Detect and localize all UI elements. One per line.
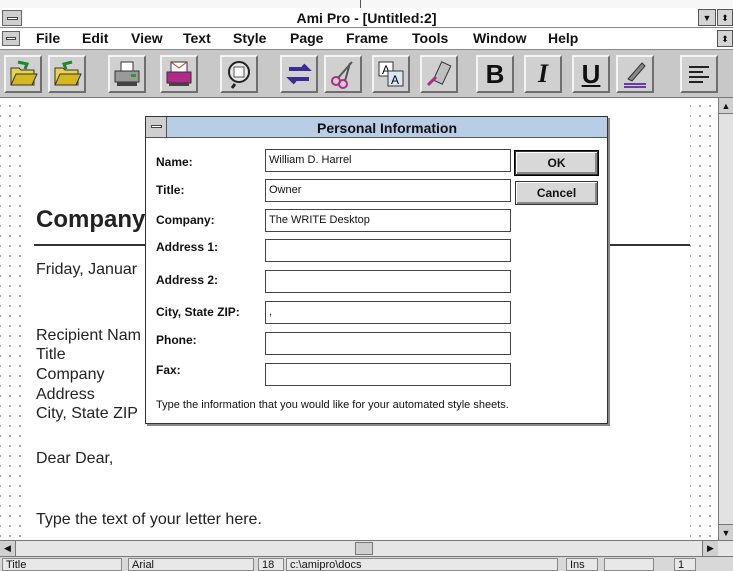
replace-arrows-icon (286, 63, 312, 85)
align-left-button[interactable] (680, 55, 718, 93)
name-label: Name: (156, 155, 193, 169)
menu-frame[interactable]: Frame (346, 30, 388, 46)
name-field[interactable]: William D. Harrel (265, 149, 511, 172)
company-field[interactable]: The WRITE Desktop (265, 209, 511, 232)
recipient-company-line: Company (36, 366, 105, 383)
scissors-icon (331, 61, 353, 89)
address2-label: Address 2: (156, 273, 219, 287)
dialog-titlebar[interactable]: Personal Information (146, 117, 607, 138)
address1-label: Address 1: (156, 240, 219, 254)
italic-icon: I (537, 59, 549, 88)
horizontal-scrollbar[interactable]: ◀ ▶ (0, 540, 733, 556)
status-insert-mode[interactable]: Ins (566, 558, 598, 571)
status-path: c:\amipro\docs (286, 558, 558, 571)
svg-text:A: A (391, 73, 399, 87)
scroll-left-arrow-icon[interactable]: ◀ (0, 541, 16, 556)
top-edge (0, 0, 733, 8)
company-heading: Company (36, 206, 146, 233)
fax-field[interactable] (265, 363, 511, 386)
save-file-button[interactable] (48, 55, 86, 93)
phone-label: Phone: (156, 333, 197, 347)
italic-button[interactable]: I (524, 55, 562, 93)
print-envelope-icon (166, 61, 192, 86)
title-field[interactable]: Owner (265, 179, 511, 202)
status-style[interactable]: Title (2, 558, 122, 571)
fast-format-button[interactable] (616, 55, 654, 93)
menu-view[interactable]: View (131, 30, 163, 46)
fax-label: Fax: (156, 363, 181, 377)
recipient-city-line: City, State ZIP (36, 405, 138, 422)
status-mode-icons[interactable] (604, 558, 654, 571)
city-state-zip-label: City, State ZIP: (156, 305, 240, 319)
save-file-icon (54, 60, 82, 86)
phone-field[interactable] (265, 332, 511, 355)
print-button[interactable] (108, 55, 146, 93)
align-left-icon (689, 66, 709, 83)
menu-text[interactable]: Text (183, 30, 211, 46)
underline-icon: U (581, 58, 601, 89)
salutation-line: Dear Dear, (36, 450, 114, 467)
scroll-right-arrow-icon[interactable]: ▶ (702, 541, 718, 556)
address1-field[interactable] (265, 239, 511, 262)
city-state-zip-field[interactable]: , (265, 301, 511, 324)
app-titlebar: Ami Pro - [Untitled:2] ▼ ⬍ (0, 8, 733, 28)
zoom-icon (228, 61, 250, 89)
paste-glue-icon (426, 61, 452, 87)
underline-button[interactable]: U (572, 55, 610, 93)
status-bar: Title Arial 18 c:\amipro\docs Ins 1 (0, 556, 733, 571)
status-font[interactable]: Arial (128, 558, 254, 571)
recipient-name-line: Recipient Nam (36, 327, 141, 344)
window-title: Ami Pro - [Untitled:2] (296, 10, 437, 26)
bold-button[interactable]: B (476, 55, 514, 93)
menu-file[interactable]: File (36, 30, 60, 46)
menu-bar: File Edit View Text Style Page Frame Too… (0, 28, 733, 50)
menu-help[interactable]: Help (548, 30, 578, 46)
paste-button[interactable] (420, 55, 458, 93)
bold-icon: B (485, 58, 505, 89)
open-file-button[interactable] (4, 55, 42, 93)
menu-style[interactable]: Style (233, 30, 266, 46)
status-page[interactable]: 1 (674, 558, 696, 571)
menu-tools[interactable]: Tools (412, 30, 448, 46)
menu-edit[interactable]: Edit (82, 30, 108, 46)
menu-window[interactable]: Window (473, 30, 527, 46)
dialog-help-text: Type the information that you would like… (156, 399, 509, 411)
scroll-down-arrow-icon[interactable]: ▼ (719, 524, 733, 540)
smarticons-toolbar: AA B I U (0, 50, 733, 98)
dialog-title: Personal Information (316, 120, 458, 136)
copy-text-icon: AA (378, 61, 404, 87)
scroll-up-arrow-icon[interactable]: ▲ (719, 98, 733, 114)
restore-button[interactable]: ⬍ (717, 30, 733, 47)
cancel-button[interactable]: Cancel (515, 181, 598, 205)
body-text-line: Type the text of your letter here. (36, 511, 262, 528)
address2-field[interactable] (265, 270, 511, 293)
recipient-title-line: Title (36, 346, 66, 363)
print-envelope-button[interactable] (160, 55, 198, 93)
document-control-menu-icon[interactable] (2, 31, 20, 46)
open-file-icon (10, 60, 38, 86)
fast-format-icon (624, 62, 646, 88)
cut-button[interactable] (324, 55, 362, 93)
date-line: Friday, Januar (36, 261, 138, 278)
menu-page[interactable]: Page (290, 30, 323, 46)
status-font-size[interactable]: 18 (258, 558, 284, 571)
replace-button[interactable] (280, 55, 318, 93)
horizontal-scroll-thumb[interactable] (355, 542, 373, 555)
maximize-button[interactable]: ⬍ (717, 9, 733, 26)
personal-information-dialog: Personal Information Name: William D. Ha… (145, 116, 608, 424)
minimize-button[interactable]: ▼ (698, 9, 716, 26)
company-label: Company: (156, 213, 215, 227)
copy-button[interactable]: AA (372, 55, 410, 93)
title-label: Title: (156, 183, 185, 197)
edge-tick (360, 0, 361, 8)
zoom-button[interactable] (220, 55, 258, 93)
vertical-scrollbar[interactable]: ▲ ▼ (718, 98, 733, 540)
print-icon (114, 61, 140, 86)
dialog-control-menu-icon[interactable] (146, 117, 167, 137)
ok-button[interactable]: OK (514, 150, 599, 176)
recipient-address-line: Address (36, 386, 95, 403)
